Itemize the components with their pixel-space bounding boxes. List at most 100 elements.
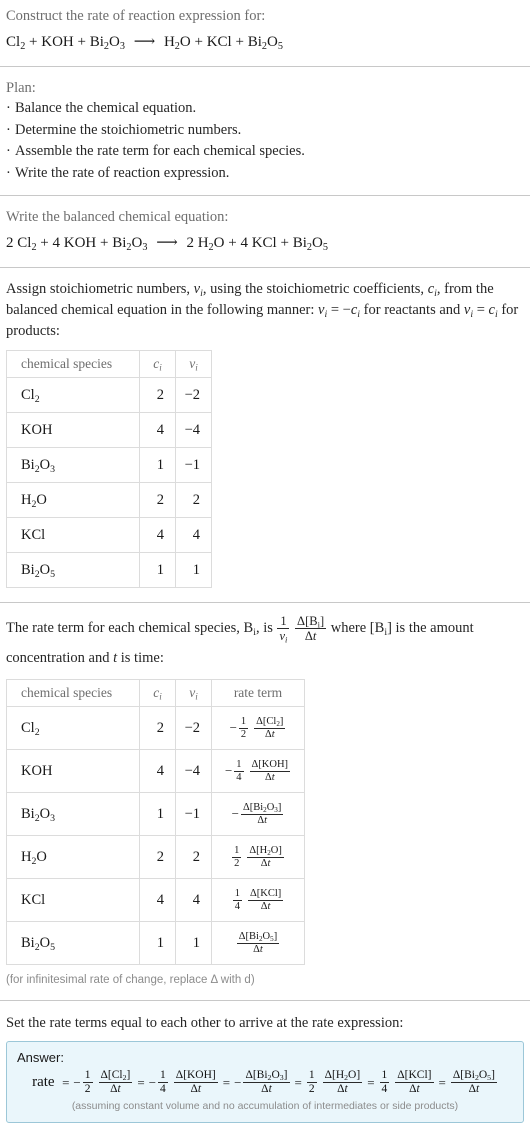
equals-sign: =	[367, 1074, 375, 1090]
rate-term-coefficient: 14	[379, 1069, 390, 1096]
table-row: Cl2 2 −2	[6, 377, 212, 413]
cell-ci: 4	[139, 878, 176, 923]
cell-species: KOH	[6, 749, 140, 794]
divider-5	[0, 1000, 530, 1002]
equals-sign: =	[62, 1074, 70, 1090]
rate-term-coefficient: 14	[232, 887, 242, 912]
cell-rate-term: − Δ[Bi2O3] Δt	[211, 792, 305, 837]
rate-term-coefficient: 12	[82, 1069, 93, 1096]
rate-term-sign: −	[224, 763, 233, 779]
table-row: KCl 4 4 1 4 Δ[KCl] Δt	[6, 878, 305, 923]
divider-2	[0, 195, 530, 196]
reaction-arrow: ⟶	[156, 235, 178, 251]
input-equation: Cl2 + KOH + Bi2O3 ⟶ H2O + KCl + Bi2O5	[6, 34, 283, 52]
answer-pod: Answer: rate = −1 2 Δ[Cl2] Δt = −1 4 Δ[KOH] Δt = − Δ…	[6, 1041, 524, 1123]
bullet-icon: ·	[6, 121, 11, 138]
rate-term-delta-fraction: Δ[H2O] Δt	[247, 844, 284, 869]
table-row: Bi2O3 1 −1 − Δ[Bi2O3] Δt	[6, 792, 305, 837]
rateterm-section: The rate term for each chemical species,…	[0, 603, 530, 988]
cell-ci: 4	[139, 517, 176, 553]
balanced-species: Bi2O3	[112, 235, 148, 253]
cell-vi: −1	[175, 792, 212, 837]
balanced-species: KCl	[251, 235, 277, 251]
rate-term-sign: −	[231, 806, 239, 822]
cell-vi: 4	[175, 878, 212, 923]
table-row: Bi2O5 1 1	[6, 552, 212, 588]
col-header-rate-term: rate term	[211, 679, 305, 708]
species-Bi2O3: Bi2O3	[89, 34, 125, 52]
cell-species: Bi2O3	[6, 792, 140, 837]
plan-step: · Assemble the rate term for each chemica…	[6, 141, 524, 163]
balanced-species: Cl2	[17, 235, 37, 253]
divider-4	[0, 602, 530, 603]
cell-rate-term: 1 4 Δ[KCl] Δt	[211, 878, 305, 923]
rate-term: 1 2 Δ[H2O] Δt	[306, 1069, 363, 1096]
table-row: KCl 4 4	[6, 517, 212, 553]
equals-sign: =	[294, 1074, 302, 1090]
answer-assumption: (assuming constant volume and no accumul…	[71, 1099, 459, 1112]
cell-vi: −2	[175, 377, 212, 413]
balanced-species: Bi2O5	[292, 235, 328, 253]
delta-b-over-delta-t-fraction: Δ[Bi] Δt	[295, 614, 327, 644]
cell-species: Cl2	[6, 706, 140, 751]
equals-sign: =	[222, 1074, 231, 1090]
cell-species: H2O	[6, 835, 140, 880]
rate-term: − Δ[Bi2O3] Δt	[232, 802, 285, 827]
cell-ci: 1	[139, 921, 176, 966]
equals-sign: =	[137, 1074, 145, 1090]
divider-1	[0, 66, 530, 67]
rate-term-coefficient: 12	[238, 715, 249, 740]
col-header-vi: νi	[175, 350, 212, 378]
rate-term-coefficient: 12	[306, 1069, 317, 1096]
species-KCl: KCl	[206, 34, 232, 50]
balanced-species: KOH	[63, 235, 97, 251]
rate-term-coefficient: 14	[234, 758, 244, 783]
rate-term-delta-fraction: Δ[Bi2O5] Δt	[236, 930, 280, 955]
table-header-row: chemical species ci νi rate term	[6, 679, 305, 708]
plan-step-text: Balance the chemical equation.	[15, 100, 197, 116]
rate-term-delta-fraction: Δ[KOH] Δt	[173, 1069, 218, 1096]
cell-vi: −4	[175, 749, 212, 794]
cell-species: KOH	[6, 412, 140, 448]
table-row: H2O 2 2 1 2 Δ[H2O] Δt	[6, 835, 305, 880]
rateterm-paragraph: The rate term for each chemical species,…	[6, 614, 474, 667]
balanced-species: H2O	[197, 235, 225, 253]
cell-rate-term: 1 2 Δ[H2O] Δt	[211, 835, 305, 880]
cell-vi: −2	[175, 706, 212, 751]
rate-term-table: chemical species ci νi rate term Cl2 2 −2−1 2 Δ[…	[6, 679, 305, 966]
rate-term-delta-fraction: Δ[Cl2] Δt	[254, 715, 286, 740]
rate-term-delta-fraction: Δ[H2O] Δt	[322, 1069, 363, 1096]
table-row: Cl2 2 −2 −1 2 Δ[Cl2] Δt	[6, 706, 305, 751]
stoich-paragraph: Assign stoichiometric numbers, νi, using…	[6, 281, 519, 339]
rate-term-delta-fraction: Δ[KOH] Δt	[249, 758, 291, 783]
col-header-ci: ci	[139, 350, 176, 378]
cell-ci: 2	[139, 835, 176, 880]
cell-ci: 1	[139, 552, 176, 588]
rate-expression: rate = −1 2 Δ[Cl2] Δt = −1 4 Δ[KOH] Δt = − Δ[Bi2O3] Δ…	[17, 1069, 513, 1096]
divider-3	[0, 267, 530, 268]
table-row: KOH 4 −4	[6, 412, 212, 448]
bullet-icon: ·	[6, 164, 11, 181]
rate-term-sign: −	[148, 1074, 157, 1090]
table-row: Bi2O3 1 −1	[6, 447, 212, 483]
species-H2O: H2O	[163, 34, 191, 52]
prompt-section: Construct the rate of reaction expressio…	[0, 0, 530, 54]
rate-term: −1 2 Δ[Cl2] Δt	[230, 716, 287, 741]
rate-term-sign: −	[73, 1074, 81, 1090]
one-over-nu-fraction: 1 νi	[277, 614, 290, 645]
answer-label: Answer:	[17, 1050, 64, 1066]
plan-step-text: Write the rate of reaction expression.	[15, 164, 230, 181]
prompt-heading: Construct the rate of reaction expressio…	[6, 8, 266, 24]
rate-expression-label: rate	[32, 1074, 55, 1091]
cell-vi: 2	[175, 482, 212, 518]
table-row: Bi2O5 1 1 Δ[Bi2O5] Δt	[6, 921, 305, 966]
rate-term-sign: −	[229, 720, 237, 736]
table-row: KOH 4 −4−1 4 Δ[KOH] Δt	[6, 749, 305, 794]
stoich-section: Assign stoichiometric numbers, νi, using…	[0, 268, 530, 588]
cell-ci: 2	[139, 377, 176, 413]
cell-species: H2O	[6, 482, 140, 518]
col-header-ci: ci	[139, 679, 176, 708]
balanced-heading: Write the balanced chemical equation:	[6, 209, 229, 225]
plan-step: · Balance the chemical equation.	[6, 98, 524, 120]
table-row: H2O 2 2	[6, 482, 212, 518]
